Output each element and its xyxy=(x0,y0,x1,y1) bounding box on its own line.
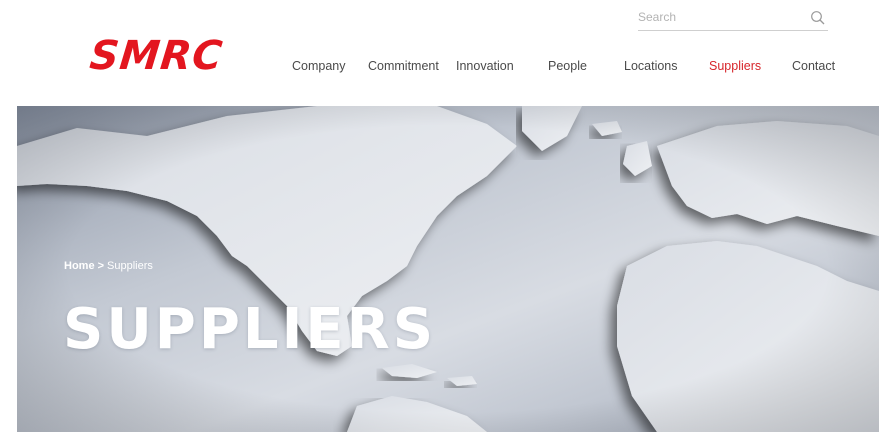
nav-item-people[interactable]: People xyxy=(548,57,587,75)
site-header: SMRC Company Commitment Innovation Peopl… xyxy=(0,0,879,106)
search-icon[interactable] xyxy=(810,10,826,26)
nav-item-innovation[interactable]: Innovation xyxy=(456,57,514,75)
search-input[interactable] xyxy=(638,8,798,26)
nav-item-company[interactable]: Company xyxy=(292,57,346,75)
nav-item-contact[interactable]: Contact xyxy=(792,57,835,75)
breadcrumb-current: Suppliers xyxy=(107,260,153,272)
main-nav: Company Commitment Innovation People Loc… xyxy=(0,57,879,77)
breadcrumb: Home > Suppliers xyxy=(64,260,153,272)
nav-item-suppliers[interactable]: Suppliers xyxy=(709,57,761,75)
search-bar xyxy=(638,6,828,31)
breadcrumb-separator: > xyxy=(97,260,104,272)
nav-item-commitment[interactable]: Commitment xyxy=(368,57,439,75)
nav-item-locations[interactable]: Locations xyxy=(624,57,678,75)
breadcrumb-home-link[interactable]: Home xyxy=(64,260,95,272)
page-title: SUPPLIERS xyxy=(63,297,437,362)
hero-banner: Home > Suppliers SUPPLIERS xyxy=(17,106,879,432)
page: SMRC Company Commitment Innovation Peopl… xyxy=(0,0,879,432)
